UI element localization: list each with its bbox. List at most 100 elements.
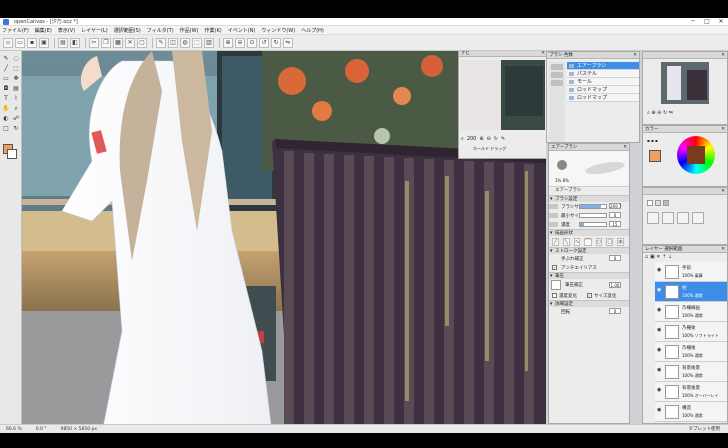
layer-visibility-icon[interactable]: ◉ xyxy=(657,348,662,353)
nav-zoom-in-icon[interactable]: ⊕ xyxy=(479,136,483,144)
brush-item-pastel[interactable]: パステル xyxy=(567,70,639,78)
brush-size-slider[interactable] xyxy=(579,204,607,209)
swatch-tile[interactable] xyxy=(647,212,659,224)
layer-row[interactable]: ◉ 乃柵後 100% 通常 xyxy=(655,342,727,362)
layer-row[interactable]: ◉ 構造 100% 通常 xyxy=(655,402,727,422)
density-slider[interactable] xyxy=(579,222,607,227)
flip-icon[interactable]: ⇋ xyxy=(283,37,293,48)
current-color-swatch[interactable] xyxy=(649,150,661,162)
swatch-item[interactable] xyxy=(655,200,661,206)
brush-item-mall[interactable]: モール xyxy=(567,78,639,86)
rectangle-tool-icon[interactable]: □ xyxy=(2,125,10,133)
section-drawing-shape[interactable]: 描画形状 xyxy=(549,229,629,237)
preview-thumb-image[interactable] xyxy=(661,62,709,104)
rotation-value[interactable]: 0 xyxy=(609,308,621,314)
brush-tool-icon[interactable]: ╱ xyxy=(2,65,10,73)
section-stroke-settings[interactable]: ストローク設定 xyxy=(549,247,629,255)
layer-visibility-icon[interactable]: ◉ xyxy=(657,328,662,333)
cut-icon[interactable]: ✂ xyxy=(89,37,99,48)
save-icon[interactable]: ▪ xyxy=(27,37,37,48)
zoom-fit-icon[interactable]: ⊙ xyxy=(247,37,257,48)
zoom-out-icon[interactable]: ⊖ xyxy=(235,37,245,48)
maximize-button[interactable]: □ xyxy=(700,18,714,26)
export-icon[interactable]: ◧ xyxy=(70,37,80,48)
rotate-tool-icon[interactable]: ↻ xyxy=(12,125,20,133)
brush-category-icon[interactable] xyxy=(551,80,563,86)
layer-row[interactable]: ◉ 背景後景 100% オーバーレイ xyxy=(655,382,727,402)
section-pressure[interactable]: 筆圧 xyxy=(549,272,629,280)
brush-item-rodmap-2[interactable]: ロッドマップ xyxy=(567,94,639,102)
density-spinner[interactable] xyxy=(549,222,558,227)
copy-icon[interactable]: ❐ xyxy=(101,37,111,48)
shape-freehand-icon[interactable]: ╱ xyxy=(552,238,559,246)
brush-size-value[interactable]: 269.7 xyxy=(609,203,621,209)
color-wheel[interactable] xyxy=(677,136,715,174)
layer-visibility-icon[interactable]: ◉ xyxy=(657,408,662,413)
brush-item-rodmap[interactable]: ロッドマップ xyxy=(567,86,639,94)
layer-visibility-icon[interactable]: ◉ xyxy=(657,368,662,373)
section-brush-settings[interactable]: ブラシ設定 xyxy=(549,195,629,203)
print-icon[interactable]: ▤ xyxy=(58,37,68,48)
blur-tool-icon[interactable]: ◐ xyxy=(2,115,10,123)
rotate-left-icon[interactable]: ↺ xyxy=(259,37,269,48)
close-button[interactable]: ✕ xyxy=(714,18,728,26)
background-color-swatch[interactable] xyxy=(7,149,17,159)
correction-value[interactable]: 0 xyxy=(609,255,621,261)
grid-icon[interactable]: ▥ xyxy=(204,37,214,48)
zoom-in-icon[interactable]: ⊕ xyxy=(223,37,233,48)
brush-item-airbrush[interactable]: エアーブラシ xyxy=(567,62,639,70)
brush-category-icon[interactable] xyxy=(551,64,563,70)
menu-layer[interactable]: レイヤー(L) xyxy=(81,27,108,34)
swatch-tile[interactable] xyxy=(662,212,674,224)
menu-edit[interactable]: 編集(E) xyxy=(35,27,52,34)
menu-filter[interactable]: フィルタ(T) xyxy=(147,27,174,34)
nav-zoom-out-icon[interactable]: ⊖ xyxy=(487,136,491,144)
size-change-checkbox[interactable]: ✓ xyxy=(587,293,592,298)
section-detail[interactable]: 詳細設定 xyxy=(549,300,629,308)
gradient-tool-icon[interactable]: ▤ xyxy=(12,85,20,93)
nav-rotate-icon[interactable]: ↻ xyxy=(494,136,498,144)
menu-window[interactable]: ウィンドウ(W) xyxy=(261,27,295,34)
min-size-spinner[interactable] xyxy=(549,213,558,218)
layer-row[interactable]: ◉ 乃柵線画 100% 通常 xyxy=(655,302,727,322)
layer-row-selected[interactable]: ◉ 柱 100% 通常 xyxy=(655,282,727,302)
save-as-icon[interactable]: ▣ xyxy=(39,37,49,48)
swatch-tile[interactable] xyxy=(692,212,704,224)
shape-fill-icon[interactable]: ◍ xyxy=(617,238,624,246)
pressure-curve[interactable] xyxy=(551,280,561,290)
nav-pen-icon[interactable]: ✎ xyxy=(501,136,505,144)
menu-task[interactable]: 作業(K) xyxy=(205,27,222,34)
clear-icon[interactable]: ✕ xyxy=(125,37,135,48)
pressure-value[interactable]: 1.00 xyxy=(609,282,621,288)
menu-help[interactable]: ヘルプ(H) xyxy=(301,27,324,34)
eraser-tool-icon[interactable]: ▭ xyxy=(2,75,10,83)
density-value[interactable]: 15 xyxy=(609,221,621,227)
layer-row[interactable]: ◉ 乃柵後 100% ソフトライト xyxy=(655,322,727,342)
shape-line-icon[interactable]: ╲ xyxy=(562,238,570,246)
layer-visibility-icon[interactable]: ◉ xyxy=(657,388,662,393)
layer-visibility-icon[interactable]: ◉ xyxy=(657,288,662,293)
brush-category-icon[interactable] xyxy=(551,72,563,78)
min-size-value[interactable]: 0 xyxy=(609,212,621,218)
menu-event[interactable]: イベント(N) xyxy=(228,27,256,34)
menu-view[interactable]: 表示(V) xyxy=(58,27,75,34)
drawing-canvas[interactable]: ナビ ✕ ⌕ 200 ⊕ ⊖ ↻ ✎ ホールド ドラッグ xyxy=(22,51,546,433)
pen-tool-icon[interactable]: ✎ xyxy=(2,55,10,63)
eyedropper-tool-icon[interactable]: ⌇ xyxy=(12,95,20,103)
minimize-button[interactable]: ─ xyxy=(686,18,700,26)
swatch-tile[interactable] xyxy=(677,212,689,224)
open-folder-icon[interactable]: ▭ xyxy=(15,37,25,48)
shape-ellipse-icon[interactable]: ○ xyxy=(595,238,603,246)
rotate-right-icon[interactable]: ↻ xyxy=(271,37,281,48)
layer-icon[interactable]: ◫ xyxy=(168,37,178,48)
menu-select[interactable]: 選択範囲(S) xyxy=(114,27,141,34)
hand-tool-icon[interactable]: ✋ xyxy=(2,105,10,113)
zoom-tool-icon[interactable]: ⌕ xyxy=(12,105,20,113)
layer-row[interactable]: ◉ 手前 100% 乗算 xyxy=(655,262,727,282)
fill-tool-icon[interactable]: ◘ xyxy=(2,85,10,93)
shape-curve-icon[interactable]: ∿ xyxy=(573,238,581,246)
smudge-tool-icon[interactable]: ☍ xyxy=(12,115,20,123)
layer-visibility-icon[interactable]: ◉ xyxy=(657,308,662,313)
antialias-checkbox[interactable]: ✓ xyxy=(552,265,557,270)
color-triangle[interactable] xyxy=(687,146,705,164)
